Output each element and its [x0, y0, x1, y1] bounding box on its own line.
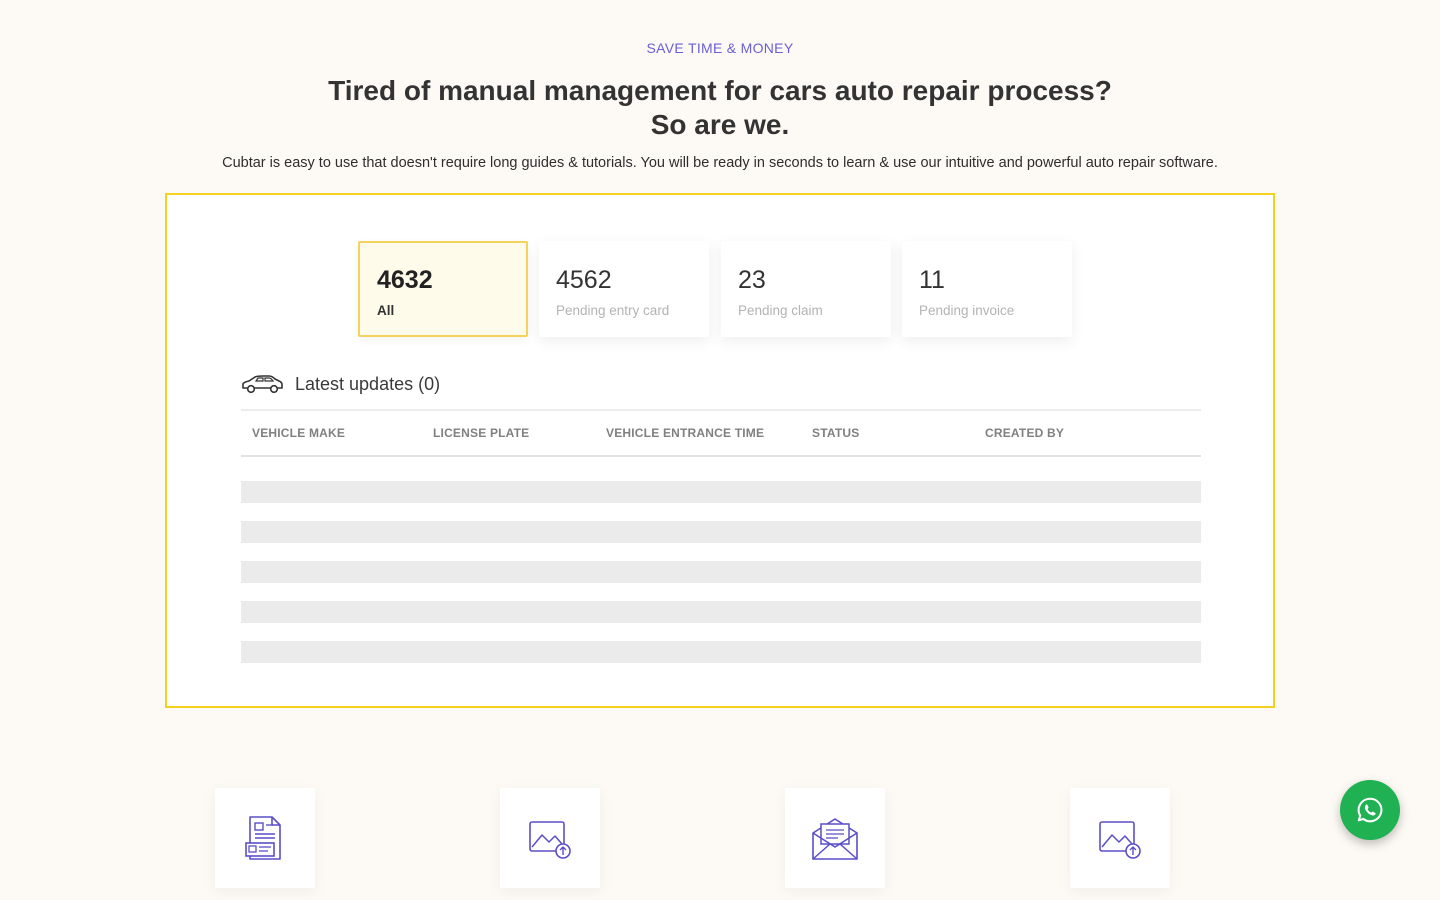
column-header-created-by[interactable]: CREATED BY [985, 426, 1064, 440]
stat-label: Pending entry card [556, 303, 670, 318]
feature-tile-document[interactable] [215, 788, 315, 888]
stat-value: 4632 [377, 266, 433, 294]
latest-updates-header: Latest updates (0) [241, 371, 440, 397]
column-header-vehicle-make[interactable]: VEHICLE MAKE [252, 426, 345, 440]
column-header-vehicle-entrance-time[interactable]: VEHICLE ENTRANCE TIME [606, 426, 764, 440]
stat-label: Pending invoice [919, 303, 1015, 318]
stat-value: 11 [919, 266, 945, 294]
latest-updates-title: Latest updates (0) [295, 373, 441, 394]
table-body [241, 481, 1201, 663]
headline-line-1: Tired of manual management for cars auto… [328, 75, 1112, 106]
feature-tile-mail[interactable] [785, 788, 885, 888]
document-form-icon [245, 816, 281, 860]
stat-card-pending-entry-card[interactable]: 4562 Pending entry card [539, 241, 709, 337]
whatsapp-chat-button[interactable] [1340, 780, 1400, 840]
skeleton-row [241, 521, 1201, 543]
car-icon [242, 375, 283, 394]
page: SAVE TIME & MONEY Tired of manual manage… [0, 0, 1440, 900]
dashboard-preview: 4632 All 4562 Pending entry card 23 Pend… [165, 193, 1275, 708]
section-subtitle: Cubtar is easy to use that doesn't requi… [222, 155, 1218, 171]
headline-line-2: So are we. [650, 109, 790, 140]
mail-envelope-icon [812, 818, 858, 860]
updates-table: VEHICLE MAKE LICENSE PLATE VEHICLE ENTRA… [241, 409, 1201, 663]
image-upload-icon [529, 821, 571, 859]
stat-card-pending-invoice[interactable]: 11 Pending invoice [902, 241, 1072, 337]
column-header-status[interactable]: STATUS [812, 426, 859, 440]
section-eyebrow: SAVE TIME & MONEY [646, 40, 794, 56]
stat-label: All [377, 303, 395, 318]
section-headline: Tired of manual management for cars auto… [0, 74, 1440, 142]
feature-tile-image-upload-2[interactable] [1070, 788, 1170, 888]
skeleton-row [241, 601, 1201, 623]
stat-card-all[interactable]: 4632 All [358, 241, 528, 337]
image-upload-icon [1099, 821, 1141, 859]
feature-tile-image-upload[interactable] [500, 788, 600, 888]
skeleton-row [241, 481, 1201, 503]
stat-value: 23 [738, 266, 766, 294]
stat-value: 4562 [556, 266, 612, 294]
stat-label: Pending claim [738, 303, 823, 318]
skeleton-row [241, 561, 1201, 583]
skeleton-row [241, 641, 1201, 663]
table-header: VEHICLE MAKE LICENSE PLATE VEHICLE ENTRA… [241, 409, 1201, 457]
stat-card-pending-claim[interactable]: 23 Pending claim [721, 241, 891, 337]
column-header-license-plate[interactable]: LICENSE PLATE [433, 426, 529, 440]
whatsapp-icon [1357, 797, 1383, 823]
